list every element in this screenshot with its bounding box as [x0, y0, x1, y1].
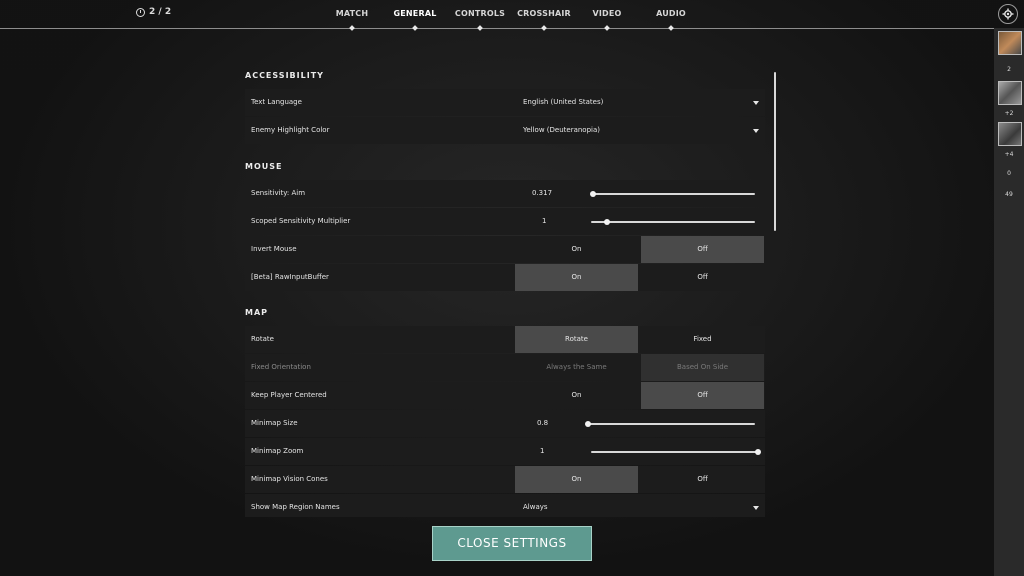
- setting-show-map-region-names: Show Map Region Names Always: [245, 494, 765, 517]
- setting-label: Scoped Sensitivity Multiplier: [251, 217, 351, 225]
- setting-minimap-zoom: Minimap Zoom 1: [245, 438, 765, 465]
- minimap-zoom-slider[interactable]: [591, 449, 761, 455]
- tab-general[interactable]: GENERAL: [393, 9, 436, 18]
- setting-raw-input-buffer: [Beta] RawInputBuffer On Off: [245, 264, 765, 291]
- gear-icon[interactable]: [998, 4, 1018, 24]
- dropdown-value: English (United States): [523, 98, 604, 106]
- avatar[interactable]: [998, 31, 1022, 55]
- friends-count: 49: [1005, 191, 1013, 198]
- setting-text-language: Text Language English (United States): [245, 89, 765, 116]
- slider-value[interactable]: 1: [542, 208, 546, 235]
- slider-knob[interactable]: [585, 421, 591, 427]
- setting-minimap-vision-cones: Minimap Vision Cones On Off: [245, 466, 765, 493]
- sensitivity-slider[interactable]: [590, 191, 755, 197]
- scoped-sensitivity-slider[interactable]: [591, 219, 755, 225]
- setting-label: Rotate: [251, 335, 274, 343]
- setting-label: Invert Mouse: [251, 245, 297, 253]
- settings-scrollbar[interactable]: [774, 72, 776, 231]
- option-on[interactable]: On: [515, 236, 638, 263]
- setting-label: Show Map Region Names: [251, 503, 340, 511]
- setting-label: Sensitivity: Aim: [251, 189, 306, 197]
- avatar[interactable]: [998, 81, 1022, 105]
- setting-label: Enemy Highlight Color: [251, 126, 330, 134]
- chevron-down-icon: [753, 506, 759, 510]
- chevron-down-icon: [753, 101, 759, 105]
- option-based-on-side[interactable]: Based On Side: [641, 354, 764, 381]
- option-fixed[interactable]: Fixed: [641, 326, 764, 353]
- setting-sensitivity-aim: Sensitivity: Aim 0.317: [245, 180, 765, 207]
- setting-label: Fixed Orientation: [251, 363, 311, 371]
- gear-icon-glyph: [1002, 8, 1014, 20]
- counter-text: 2 / 2: [149, 7, 172, 17]
- slider-knob[interactable]: [604, 219, 611, 225]
- tab-crosshair[interactable]: CROSSHAIR: [517, 9, 571, 18]
- slider-value[interactable]: 0.8: [537, 410, 548, 437]
- group-badge: +2: [1004, 110, 1014, 117]
- setting-rotate: Rotate Rotate Fixed: [245, 326, 765, 353]
- option-off[interactable]: Off: [641, 264, 764, 291]
- tab-video[interactable]: VIDEO: [592, 9, 621, 18]
- settings-panel: ACCESSIBILITY Text Language English (Uni…: [245, 64, 767, 517]
- section-map: MAP: [245, 308, 269, 317]
- option-off[interactable]: Off: [641, 236, 764, 263]
- text-language-dropdown[interactable]: English (United States): [515, 89, 765, 116]
- slider-value[interactable]: 0.317: [532, 180, 552, 207]
- setting-label: Minimap Size: [251, 419, 298, 427]
- top-navigation: 2 / 2 MATCH GENERAL CONTROLS CROSSHAIR V…: [0, 0, 994, 31]
- option-rotate[interactable]: Rotate: [515, 326, 638, 353]
- setting-label: Minimap Vision Cones: [251, 475, 328, 483]
- dropdown-value: Yellow (Deuteranopia): [523, 126, 600, 134]
- option-on[interactable]: On: [515, 466, 638, 493]
- close-settings-button[interactable]: CLOSE SETTINGS: [432, 526, 592, 561]
- section-mouse: MOUSE: [245, 162, 283, 171]
- setting-label: Text Language: [251, 98, 302, 106]
- region-names-dropdown[interactable]: Always: [515, 494, 765, 517]
- player-count: 2: [1007, 66, 1011, 73]
- tab-controls[interactable]: CONTROLS: [455, 9, 505, 18]
- setting-fixed-orientation: Fixed Orientation Always the Same Based …: [245, 354, 765, 381]
- enemy-highlight-dropdown[interactable]: Yellow (Deuteranopia): [515, 117, 765, 144]
- slider-knob[interactable]: [755, 449, 761, 455]
- avatar[interactable]: [998, 122, 1022, 146]
- setting-scoped-sensitivity: Scoped Sensitivity Multiplier 1: [245, 208, 765, 235]
- option-off[interactable]: Off: [641, 382, 764, 409]
- party-counter: 2 / 2: [136, 7, 171, 17]
- setting-label: [Beta] RawInputBuffer: [251, 273, 329, 281]
- group-badge: +4: [1004, 151, 1014, 158]
- friends-count: 0: [1007, 170, 1011, 177]
- setting-keep-player-centered: Keep Player Centered On Off: [245, 382, 765, 409]
- setting-label: Keep Player Centered: [251, 391, 327, 399]
- clock-icon: [136, 7, 145, 17]
- option-off[interactable]: Off: [641, 466, 764, 493]
- setting-enemy-highlight: Enemy Highlight Color Yellow (Deuteranop…: [245, 117, 765, 144]
- setting-invert-mouse: Invert Mouse On Off: [245, 236, 765, 263]
- chevron-down-icon: [753, 129, 759, 133]
- option-on[interactable]: On: [515, 264, 638, 291]
- section-accessibility: ACCESSIBILITY: [245, 71, 324, 80]
- option-on[interactable]: On: [515, 382, 638, 409]
- setting-label: Minimap Zoom: [251, 447, 304, 455]
- minimap-size-slider[interactable]: [585, 421, 755, 427]
- setting-minimap-size: Minimap Size 0.8: [245, 410, 765, 437]
- slider-knob[interactable]: [590, 191, 596, 197]
- option-always-same[interactable]: Always the Same: [515, 354, 638, 381]
- slider-value[interactable]: 1: [540, 438, 544, 465]
- tab-match[interactable]: MATCH: [336, 9, 369, 18]
- dropdown-value: Always: [523, 503, 548, 511]
- tab-audio[interactable]: AUDIO: [656, 9, 686, 18]
